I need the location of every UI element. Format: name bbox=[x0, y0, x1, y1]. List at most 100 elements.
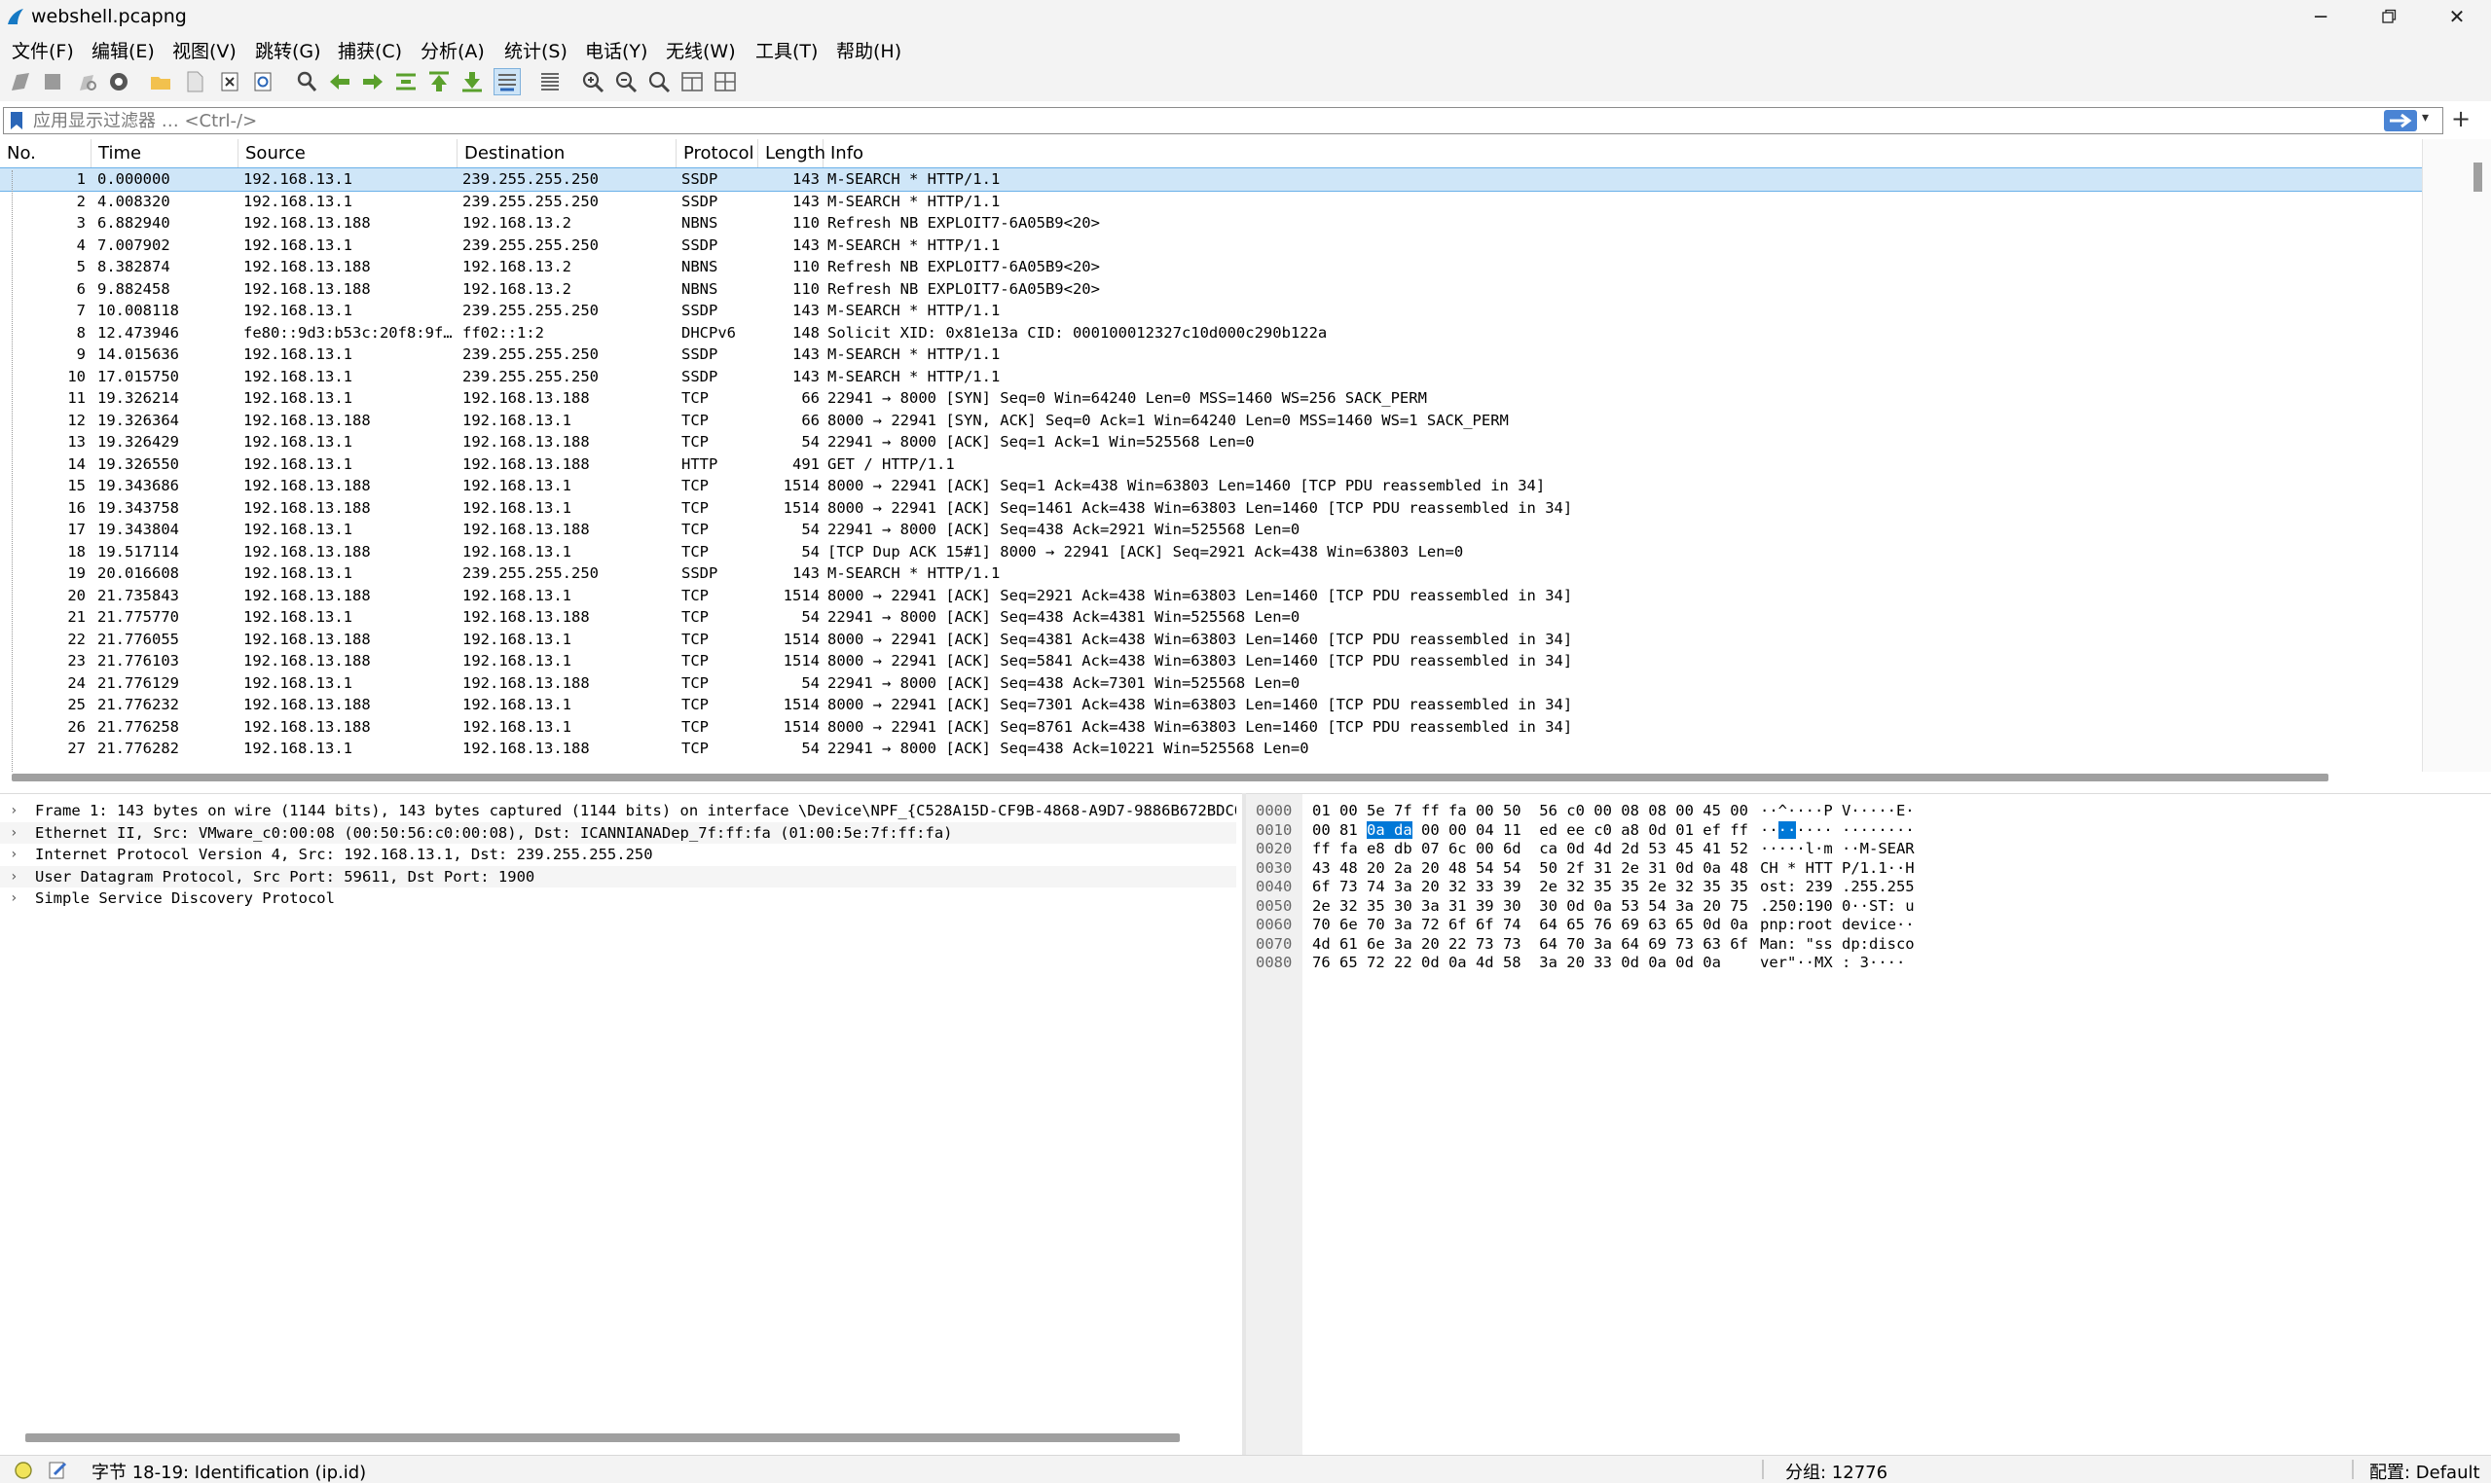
close-button[interactable]: ✕ bbox=[2423, 0, 2491, 33]
filter-dropdown-icon[interactable]: ▾ bbox=[2422, 110, 2429, 126]
column-header-protocol[interactable]: Protocol bbox=[677, 139, 758, 167]
expand-arrow-icon[interactable]: › bbox=[10, 866, 18, 888]
menu-analyze[interactable]: 分析(A) bbox=[421, 37, 485, 63]
packet-row[interactable]: 10 17.015750 192.168.13.1 239.255.255.250 SS… bbox=[0, 366, 2422, 388]
packet-row[interactable]: 26 21.776258 192.168.13.188 192.168.13.1 TCP… bbox=[0, 716, 2422, 739]
close-file-icon[interactable] bbox=[217, 69, 242, 94]
resize-columns-icon[interactable] bbox=[679, 69, 705, 94]
column-header-source[interactable]: Source bbox=[238, 139, 458, 167]
stop-capture-icon[interactable] bbox=[40, 69, 65, 94]
go-back-icon[interactable] bbox=[327, 69, 352, 94]
reload-file-icon[interactable] bbox=[250, 69, 275, 94]
hex-row[interactable]: 0030 43 48 20 2a 20 48 54 54 50 2f 31 2e … bbox=[1246, 859, 2482, 879]
packet-row[interactable]: 2 4.008320 192.168.13.1 239.255.255.250 SSDP… bbox=[0, 191, 2422, 213]
packet-list-scroll-thumb[interactable] bbox=[2473, 163, 2482, 192]
packet-row[interactable]: 16 19.343758 192.168.13.188 192.168.13.1 TCP… bbox=[0, 497, 2422, 520]
zoom-in-icon[interactable] bbox=[580, 69, 605, 94]
column-header-info[interactable]: Info bbox=[824, 139, 2422, 167]
menu-capture[interactable]: 捕获(C) bbox=[338, 37, 402, 63]
packet-row[interactable]: 9 14.015636 192.168.13.1 239.255.255.250 SSD… bbox=[0, 344, 2422, 366]
packet-row[interactable]: 13 19.326429 192.168.13.1 192.168.13.188 TCP… bbox=[0, 431, 2422, 453]
hex-row[interactable]: 0010 00 81 0a da 00 00 04 11 ed ee c0 a8 … bbox=[1246, 820, 2482, 841]
bookmark-icon[interactable] bbox=[10, 111, 23, 130]
zoom-out-icon[interactable] bbox=[613, 69, 639, 94]
packet-row[interactable]: 22 21.776055 192.168.13.188 192.168.13.1 TCP… bbox=[0, 629, 2422, 651]
column-header-destination[interactable]: Destination bbox=[458, 139, 677, 167]
find-packet-icon[interactable] bbox=[294, 69, 319, 94]
packet-row[interactable]: 4 7.007902 192.168.13.1 239.255.255.250 SSDP… bbox=[0, 235, 2422, 257]
packet-row[interactable]: 8 12.473946 fe80::9d3:b53c:20f8:9f… ff02::1… bbox=[0, 322, 2422, 344]
details-horizontal-scrollbar[interactable] bbox=[25, 1433, 1180, 1442]
packet-row[interactable]: 12 19.326364 192.168.13.188 192.168.13.1 TCP… bbox=[0, 410, 2422, 432]
packet-row[interactable]: 15 19.343686 192.168.13.188 192.168.13.1 TCP… bbox=[0, 475, 2422, 497]
expand-arrow-icon[interactable]: › bbox=[10, 800, 18, 822]
packet-row[interactable]: 23 21.776103 192.168.13.188 192.168.13.1 TCP… bbox=[0, 650, 2422, 672]
menu-help[interactable]: 帮助(H) bbox=[836, 37, 901, 63]
expand-arrow-icon[interactable]: › bbox=[10, 887, 18, 910]
menu-edit[interactable]: 编辑(E) bbox=[92, 37, 155, 63]
detail-tree-item[interactable]: › Frame 1: 143 bytes on wire (1144 bits),… bbox=[0, 800, 1236, 822]
column-header-time[interactable]: Time bbox=[92, 139, 238, 167]
normal-size-icon[interactable] bbox=[646, 69, 672, 94]
detail-tree-item[interactable]: › User Datagram Protocol, Src Port: 59611… bbox=[0, 865, 1236, 888]
detail-tree-item[interactable]: › Internet Protocol Version 4, Src: 192.1… bbox=[0, 844, 1236, 866]
menu-telephony[interactable]: 电话(Y) bbox=[585, 37, 647, 63]
packet-list-horizontal-scrollbar[interactable] bbox=[12, 774, 2328, 781]
detail-tree-item[interactable]: › Simple Service Discovery Protocol bbox=[0, 887, 1236, 910]
status-profile[interactable]: 配置: Default bbox=[2369, 1459, 2480, 1484]
go-last-icon[interactable] bbox=[459, 69, 485, 94]
column-header-no[interactable]: No. bbox=[0, 139, 92, 167]
packet-list-scrollbar[interactable] bbox=[2422, 139, 2491, 772]
expand-arrow-icon[interactable]: › bbox=[10, 822, 18, 845]
go-forward-icon[interactable] bbox=[360, 69, 385, 94]
hex-row[interactable]: 0000 01 00 5e 7f ff fa 00 50 56 c0 00 08 … bbox=[1246, 802, 2482, 821]
menu-file[interactable]: 文件(F) bbox=[12, 37, 74, 63]
save-file-icon[interactable] bbox=[182, 69, 207, 94]
packet-row[interactable]: 3 6.882940 192.168.13.188 192.168.13.2 NBNS 1… bbox=[0, 212, 2422, 235]
expand-arrow-icon[interactable]: › bbox=[10, 844, 18, 866]
hex-row[interactable]: 0020 ff fa e8 db 07 6c 00 6d ca 0d 4d 2d … bbox=[1246, 840, 2482, 859]
capture-options-icon[interactable] bbox=[106, 69, 131, 94]
packet-row[interactable]: 14 19.326550 192.168.13.1 192.168.13.188 HTT… bbox=[0, 453, 2422, 476]
packet-row[interactable]: 7 10.008118 192.168.13.1 239.255.255.250 SSD… bbox=[0, 300, 2422, 322]
packet-row[interactable]: 19 20.016608 192.168.13.1 239.255.255.250 SS… bbox=[0, 562, 2422, 585]
hex-row[interactable]: 0060 70 6e 70 3a 72 6f 6f 74 64 65 76 69 … bbox=[1246, 916, 2482, 935]
status-divider[interactable] bbox=[2352, 1460, 2354, 1479]
menu-wireless[interactable]: 无线(W) bbox=[666, 37, 736, 63]
minimize-button[interactable]: ─ bbox=[2287, 0, 2355, 33]
detail-tree-item[interactable]: › Ethernet II, Src: VMware_c0:00:08 (00:5… bbox=[0, 821, 1236, 845]
packet-row[interactable]: 18 19.517114 192.168.13.188 192.168.13.1 TCP… bbox=[0, 541, 2422, 563]
open-file-icon[interactable] bbox=[149, 69, 174, 94]
start-capture-icon[interactable] bbox=[8, 69, 33, 94]
menu-statistics[interactable]: 统计(S) bbox=[504, 37, 568, 63]
packet-row[interactable]: 1 0.000000 192.168.13.1 239.255.255.250 SSDP… bbox=[0, 167, 2423, 192]
packet-row[interactable]: 17 19.343804 192.168.13.1 192.168.13.188 TCP… bbox=[0, 519, 2422, 541]
packet-row[interactable]: 24 21.776129 192.168.13.1 192.168.13.188 TCP… bbox=[0, 672, 2422, 695]
colorize-icon[interactable] bbox=[537, 69, 563, 94]
packet-row[interactable]: 20 21.735843 192.168.13.188 192.168.13.1 TCP… bbox=[0, 585, 2422, 607]
packet-row[interactable]: 6 9.882458 192.168.13.188 192.168.13.2 NBNS 1… bbox=[0, 278, 2422, 301]
hex-row[interactable]: 0080 76 65 72 22 0d 0a 4d 58 3a 20 33 0d … bbox=[1246, 954, 2482, 973]
capture-comment-icon[interactable] bbox=[47, 1460, 68, 1481]
expert-info-icon[interactable] bbox=[14, 1461, 33, 1480]
packet-row[interactable]: 11 19.326214 192.168.13.1 192.168.13.188 TCP… bbox=[0, 387, 2422, 410]
restart-capture-icon[interactable] bbox=[74, 69, 99, 94]
add-filter-button[interactable]: + bbox=[2451, 105, 2471, 132]
hex-row[interactable]: 0040 6f 73 74 3a 20 32 33 39 2e 32 35 35 … bbox=[1246, 878, 2482, 897]
packet-row[interactable]: 27 21.776282 192.168.13.1 192.168.13.188 TCP… bbox=[0, 738, 2422, 760]
menu-tools[interactable]: 工具(T) bbox=[755, 37, 818, 63]
packet-row[interactable]: 21 21.775770 192.168.13.1 192.168.13.188 TCP… bbox=[0, 606, 2422, 629]
apply-filter-icon[interactable] bbox=[2384, 110, 2417, 131]
hex-row[interactable]: 0050 2e 32 35 30 3a 31 39 30 30 0d 0a 53 … bbox=[1246, 897, 2482, 917]
packet-row[interactable]: 5 8.382874 192.168.13.188 192.168.13.2 NBNS 1… bbox=[0, 256, 2422, 278]
menu-go[interactable]: 跳转(G) bbox=[255, 37, 321, 63]
display-filter-input[interactable] bbox=[33, 108, 2369, 133]
go-to-packet-icon[interactable] bbox=[393, 69, 419, 94]
go-first-icon[interactable] bbox=[426, 69, 452, 94]
status-divider[interactable] bbox=[1762, 1460, 1764, 1479]
menu-view[interactable]: 视图(V) bbox=[172, 37, 237, 63]
auto-scroll-icon[interactable] bbox=[494, 68, 521, 95]
hex-row[interactable]: 0070 4d 61 6e 3a 20 22 73 73 64 70 3a 64 … bbox=[1246, 935, 2482, 955]
maximize-button[interactable] bbox=[2355, 0, 2423, 33]
packet-row[interactable]: 25 21.776232 192.168.13.188 192.168.13.1 TCP… bbox=[0, 694, 2422, 716]
